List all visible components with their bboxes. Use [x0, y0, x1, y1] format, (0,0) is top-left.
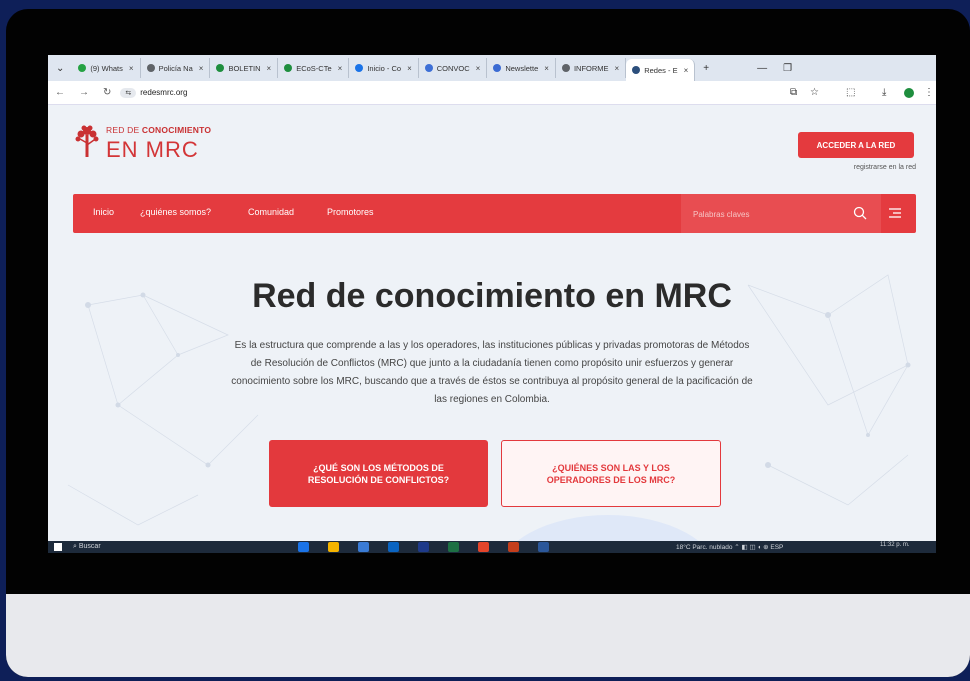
tab-label: (9) Whats	[90, 63, 123, 73]
weather-text: 18°C Parc. nublado	[676, 544, 733, 551]
language-indicator: ESP	[770, 544, 784, 551]
tab-favicon-icon	[355, 64, 364, 72]
site-logo[interactable]: RED DE CONOCIMIENTO EN MRC	[72, 121, 262, 165]
explorer-app-icon[interactable]	[328, 542, 339, 552]
web-page: RED DE CONOCIMIENTO EN MRC ACCEDER A LA …	[48, 105, 936, 553]
browser-tab[interactable]: Policía Na ×	[141, 58, 211, 78]
access-network-button[interactable]: ACCEDER A LA RED	[798, 132, 914, 158]
tab-label: BOLETIN	[228, 63, 261, 73]
word-app-icon[interactable]	[538, 542, 549, 552]
tab-close-icon[interactable]: ×	[407, 64, 412, 73]
tab-close-icon[interactable]: ×	[199, 64, 204, 73]
main-navbar: Inicio ¿quiénes somos? Comunidad Promoto…	[73, 194, 916, 233]
hero-title: Red de conocimiento en MRC	[252, 277, 732, 315]
tab-favicon-icon	[424, 64, 433, 72]
who-are-operators-button[interactable]: ¿QUIÉNES SON LAS Y LOS OPERADORES DE LOS…	[501, 440, 721, 507]
tab-close-icon[interactable]: ×	[615, 64, 620, 73]
tab-favicon-icon	[632, 66, 641, 74]
network-background-graphic	[67, 274, 911, 553]
search-box	[681, 194, 881, 233]
tabs-container: (9) Whats × Policía Na × BOLETIN × ECoS-CTe × In…	[72, 55, 696, 81]
taskbar-clock[interactable]: 11:32 p. m.	[880, 542, 910, 548]
nav-item-quienes-somos[interactable]: ¿quiénes somos?	[140, 207, 211, 217]
menu-icon[interactable]	[888, 207, 902, 219]
reload-icon[interactable]: ↻	[103, 87, 111, 98]
url-field[interactable]: redesmrc.org	[140, 88, 187, 97]
taskbar-search-label: Buscar	[78, 543, 101, 550]
tab-label: Newslette	[505, 63, 539, 73]
tab-favicon-icon	[493, 64, 502, 72]
browser-tab[interactable]: INFORME ×	[556, 58, 627, 78]
address-bar: ← → ↻ ⇆ redesmrc.org ⧉ ☆ ⬚ ⤓ ⋮	[48, 81, 936, 105]
browser-tab-strip: ⌄ (9) Whats × Policía Na × BOLETIN × ECoS-CTe ×…	[48, 55, 936, 81]
logo-prefix: RED DE	[106, 125, 142, 135]
install-app-icon[interactable]: ⧉	[790, 87, 797, 98]
tab-list-chevron-icon[interactable]: ⌄	[56, 63, 64, 74]
tab-label: Inicio - Co	[367, 63, 402, 73]
browser-tab[interactable]: ECoS-CTe ×	[278, 58, 350, 78]
tab-label: INFORME	[573, 63, 609, 73]
browser-menu-icon[interactable]: ⋮	[924, 87, 934, 98]
browser-tab[interactable]: Redes - E ×	[626, 59, 696, 81]
site-info-icon[interactable]: ⇆	[120, 87, 137, 98]
bookmark-star-icon[interactable]: ☆	[810, 87, 819, 98]
tab-favicon-icon	[561, 64, 570, 72]
frame-bottom-panel	[6, 594, 970, 677]
forward-icon[interactable]: →	[79, 87, 89, 98]
windows-start-icon[interactable]	[54, 543, 62, 551]
profile-avatar[interactable]	[904, 88, 914, 98]
photoshop-app-icon[interactable]	[418, 542, 429, 552]
search-icon[interactable]	[853, 206, 867, 220]
back-icon[interactable]: ←	[55, 87, 65, 98]
taskbar-search[interactable]: ⌕ Buscar	[73, 543, 101, 551]
tab-close-icon[interactable]: ×	[267, 64, 272, 73]
tab-favicon-icon	[284, 64, 293, 72]
chrome-app-icon[interactable]	[478, 542, 489, 552]
tab-label: Policía Na	[158, 63, 193, 73]
nav-item-inicio[interactable]: Inicio	[93, 207, 114, 217]
minimize-icon[interactable]: —	[757, 63, 767, 74]
powerpoint-app-icon[interactable]	[508, 542, 519, 552]
tab-close-icon[interactable]: ×	[338, 64, 343, 73]
nav-item-promotores[interactable]: Promotores	[327, 207, 374, 217]
store-app-icon[interactable]	[358, 542, 369, 552]
search-input[interactable]	[693, 204, 843, 224]
register-link[interactable]: registrarse en la red	[808, 164, 916, 171]
extensions-icon[interactable]: ⬚	[846, 87, 855, 98]
tab-close-icon[interactable]: ×	[684, 66, 689, 75]
tree-logo-icon	[75, 125, 99, 157]
what-are-mrc-button[interactable]: ¿QUÉ SON LOS MÉTODOS DE RESOLUCIÓN DE CO…	[269, 440, 488, 507]
tab-favicon-icon	[146, 64, 155, 72]
tab-label: Redes - E	[644, 65, 678, 75]
browser-tab[interactable]: (9) Whats ×	[72, 58, 141, 78]
tab-favicon-icon	[78, 64, 87, 72]
restore-icon[interactable]: ❐	[783, 63, 792, 74]
mail-app-icon[interactable]	[388, 542, 399, 552]
logo-text-line2: EN MRC	[106, 137, 199, 162]
weather-widget[interactable]: 18°C Parc. nublado ⌃ ◧ ◫ ◖ ⊕ ESP	[676, 543, 783, 551]
browser-tab[interactable]: BOLETIN ×	[210, 58, 279, 78]
device-frame: ⌄ (9) Whats × Policía Na × BOLETIN × ECoS-CTe ×…	[6, 9, 970, 677]
tab-close-icon[interactable]: ×	[476, 64, 481, 73]
browser-tab[interactable]: Newslette ×	[487, 58, 556, 78]
hero-description: Es la estructura que comprende a las y l…	[231, 340, 753, 405]
new-tab-button[interactable]: +	[703, 63, 709, 74]
nav-item-comunidad[interactable]: Comunidad	[248, 207, 294, 217]
browser-screen: ⌄ (9) Whats × Policía Na × BOLETIN × ECoS-CTe ×…	[48, 55, 936, 553]
logo-text-line1: RED DE CONOCIMIENTO	[106, 125, 211, 135]
browser-tab[interactable]: Inicio - Co ×	[349, 58, 419, 78]
browser-tab[interactable]: CONVOC ×	[419, 58, 488, 78]
tab-close-icon[interactable]: ×	[544, 64, 549, 73]
tab-close-icon[interactable]: ×	[129, 64, 134, 73]
os-taskbar: ⌕ Buscar 18°C Parc. nublado ⌃ ◧ ◫ ◖ ⊕ ES…	[48, 541, 936, 553]
excel-app-icon[interactable]	[448, 542, 459, 552]
logo-bold: CONOCIMIENTO	[141, 125, 212, 135]
edge-app-icon[interactable]	[298, 542, 309, 552]
download-icon[interactable]: ⤓	[882, 87, 886, 98]
tab-label: CONVOC	[436, 63, 470, 73]
tab-favicon-icon	[216, 64, 225, 72]
tab-label: ECoS-CTe	[296, 63, 332, 73]
